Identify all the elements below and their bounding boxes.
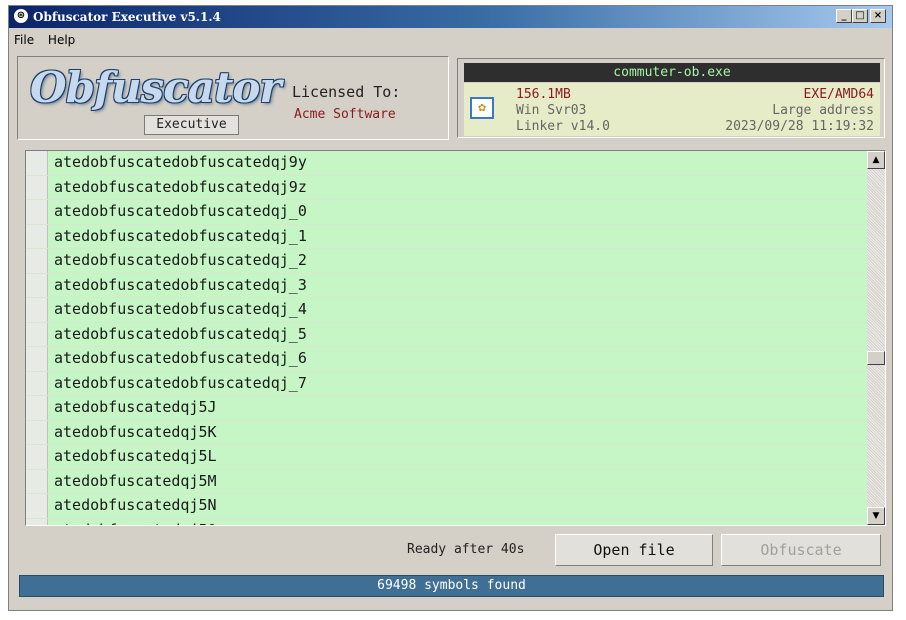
symbol-name: atedobfuscatedobfuscatedqj_4 [54,300,307,318]
symbol-name: atedobfuscatedqj5N [54,496,217,514]
symbol-row[interactable]: atedobfuscatedobfuscatedqj_0 [26,200,867,225]
symbol-row[interactable]: atedobfuscatedqj5J [26,396,867,421]
symbol-name: atedobfuscatedobfuscatedqj_0 [54,202,307,220]
row-gutter [26,518,48,525]
row-gutter [26,445,48,469]
row-gutter [26,200,48,224]
symbol-name: atedobfuscatedobfuscatedqj_2 [54,251,307,269]
symbol-row[interactable]: atedobfuscatedqj5L [26,445,867,470]
menu-bar: File Help [9,30,80,50]
file-details-left: 156.1MB Win Svr03 Linker v14.0 [516,87,610,135]
symbol-name: atedobfuscatedobfuscatedqj_6 [54,349,307,367]
licensed-to-label: Licensed To: [292,83,401,101]
row-gutter [26,469,48,493]
row-gutter [26,494,48,518]
app-window: ⊛ Obfuscator Executive v5.1.4 _ □ × File… [8,5,893,611]
file-platform: Win Svr03 [516,103,587,118]
symbol-rows: atedobfuscatedobfuscatedqj9y atedobfuscat… [26,151,867,526]
obfuscator-logo: Obfuscator [30,63,282,112]
symbol-row[interactable]: atedobfuscatedobfuscatedqj9y [26,151,867,176]
row-gutter [26,347,48,371]
scroll-up-arrow-icon[interactable]: ▲ [867,151,885,169]
row-gutter [26,151,48,175]
symbol-name: atedobfuscatedobfuscatedqj_7 [54,373,307,392]
symbol-row[interactable]: atedobfuscatedobfuscatedqj_4 [26,298,867,323]
symbol-row[interactable]: atedobfuscatedqj5M [26,469,867,494]
scroll-track[interactable] [867,169,885,507]
minimize-button[interactable]: _ [836,9,852,23]
logo-subtitle: Executive [144,115,239,135]
symbol-name: atedobfuscatedqj5M [54,471,217,490]
file-details: ✿ 156.1MB Win Svr03 Linker v14.0 EXE/AMD… [464,83,880,136]
menu-file[interactable]: File [9,30,39,50]
obfuscate-button[interactable]: Obfuscate [721,534,881,566]
row-gutter [26,322,48,346]
executable-icon: ✿ [470,97,494,119]
symbol-row[interactable]: atedobfuscatedobfuscatedqj_3 [26,273,867,298]
row-gutter [26,396,48,420]
symbol-row[interactable]: atedobfuscatedobfuscatedqj_6 [26,347,867,372]
symbol-name: atedobfuscatedobfuscatedqj9z [54,177,307,196]
row-gutter [26,175,48,199]
symbol-row[interactable]: atedobfuscatedqj5O [26,518,867,526]
file-linker: Linker v14.0 [516,119,610,134]
vertical-scrollbar[interactable]: ▲ ▼ [867,151,885,525]
scroll-thumb[interactable] [867,351,885,365]
file-format: EXE/AMD64 [803,87,874,102]
symbol-name: atedobfuscatedqj5O [54,519,217,526]
license-panel: Obfuscator Executive Licensed To: Acme S… [17,56,449,140]
symbol-row[interactable]: atedobfuscatedobfuscatedqj_5 [26,322,867,347]
symbol-row[interactable]: atedobfuscatedqj5N [26,494,867,519]
open-file-button[interactable]: Open file [555,534,713,566]
close-button[interactable]: × [870,9,886,23]
row-gutter [26,224,48,248]
licensee-name: Acme Software [294,107,396,122]
symbol-row[interactable]: atedobfuscatedobfuscatedqj_7 [26,371,867,396]
title-bar[interactable]: ⊛ Obfuscator Executive v5.1.4 _ □ × [9,6,892,28]
symbol-list[interactable]: atedobfuscatedobfuscatedqj9y atedobfuscat… [25,150,886,526]
row-gutter [26,273,48,297]
file-details-right: EXE/AMD64 Large address 2023/09/28 11:19… [725,87,874,135]
file-address: Large address [772,103,874,118]
symbols-found-status: 69498 symbols found [19,575,884,597]
symbol-row[interactable]: atedobfuscatedqj5K [26,420,867,445]
ready-status: Ready after 40s [407,542,525,557]
scroll-down-arrow-icon[interactable]: ▼ [867,507,885,525]
symbol-name: atedobfuscatedobfuscatedqj_5 [54,324,307,343]
row-gutter [26,249,48,273]
row-gutter [26,371,48,395]
symbol-row[interactable]: atedobfuscatedobfuscatedqj_1 [26,224,867,249]
row-gutter [26,298,48,322]
symbol-name: atedobfuscatedobfuscatedqj_1 [54,226,307,245]
app-icon: ⊛ [14,9,28,23]
symbol-row[interactable]: atedobfuscatedobfuscatedqj9z [26,175,867,200]
symbol-name: atedobfuscatedqj5L [54,447,217,465]
symbol-name: atedobfuscatedqj5J [54,398,217,416]
file-size: 156.1MB [516,87,571,102]
symbol-name: atedobfuscatedobfuscatedqj9y [54,153,307,171]
file-name: commuter-ob.exe [464,63,880,82]
menu-help[interactable]: Help [43,30,80,50]
maximize-button[interactable]: □ [852,9,868,23]
window-title: Obfuscator Executive v5.1.4 [33,10,221,24]
file-timestamp: 2023/09/28 11:19:32 [725,119,874,134]
symbol-name: atedobfuscatedobfuscatedqj_3 [54,275,307,294]
file-info-panel: commuter-ob.exe ✿ 156.1MB Win Svr03 Link… [457,58,885,138]
symbol-row[interactable]: atedobfuscatedobfuscatedqj_2 [26,249,867,274]
symbol-name: atedobfuscatedqj5K [54,422,217,441]
row-gutter [26,420,48,444]
